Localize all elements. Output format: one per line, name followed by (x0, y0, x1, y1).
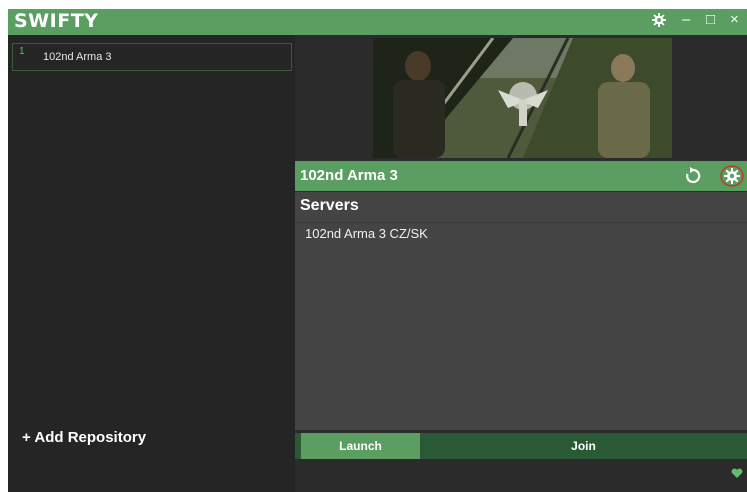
gear-icon (720, 165, 744, 187)
add-repository-button[interactable]: + Add Repository (22, 429, 146, 446)
banner-illustration (373, 38, 672, 158)
maximize-button[interactable]: □ (706, 11, 715, 28)
repository-banner-image (373, 38, 672, 158)
title-bar: SWIFTY – □ × (8, 9, 747, 35)
refresh-icon (686, 167, 701, 184)
repository-title: 102nd Arma 3 (300, 167, 398, 184)
repository-header-bar: 102nd Arma 3 (295, 161, 747, 191)
repo-index: 1 (19, 46, 25, 57)
heart-shape (731, 468, 743, 478)
close-button[interactable]: × (730, 11, 739, 28)
settings-gear-icon[interactable] (652, 13, 666, 31)
minimize-button[interactable]: – (682, 11, 690, 28)
action-bar: Launch Join (295, 433, 747, 459)
heart-icon[interactable] (731, 466, 743, 484)
app-title: SWIFTY (14, 10, 99, 32)
refresh-button[interactable] (683, 166, 703, 186)
repository-detail: 102nd Arma 3 Servers 102nd Arma 3 CZ/SK … (295, 35, 747, 492)
sidebar-item-repository[interactable]: 1 102nd Arma 3 (12, 43, 292, 71)
servers-divider (295, 222, 747, 223)
launch-button[interactable]: Launch (301, 433, 420, 459)
server-list-item[interactable]: 102nd Arma 3 CZ/SK (305, 226, 428, 241)
repository-sidebar: 1 102nd Arma 3 + Add Repository (8, 35, 295, 492)
repository-settings-button[interactable] (719, 164, 745, 188)
servers-header: Servers (300, 197, 359, 214)
repo-name: 102nd Arma 3 (43, 51, 112, 63)
gear-icon (652, 13, 666, 27)
servers-panel: Servers 102nd Arma 3 CZ/SK (295, 192, 747, 430)
swifty-window: SWIFTY – □ × 1 102nd Arma 3 + Add Reposi… (8, 9, 747, 492)
join-button[interactable]: Join (420, 433, 747, 459)
